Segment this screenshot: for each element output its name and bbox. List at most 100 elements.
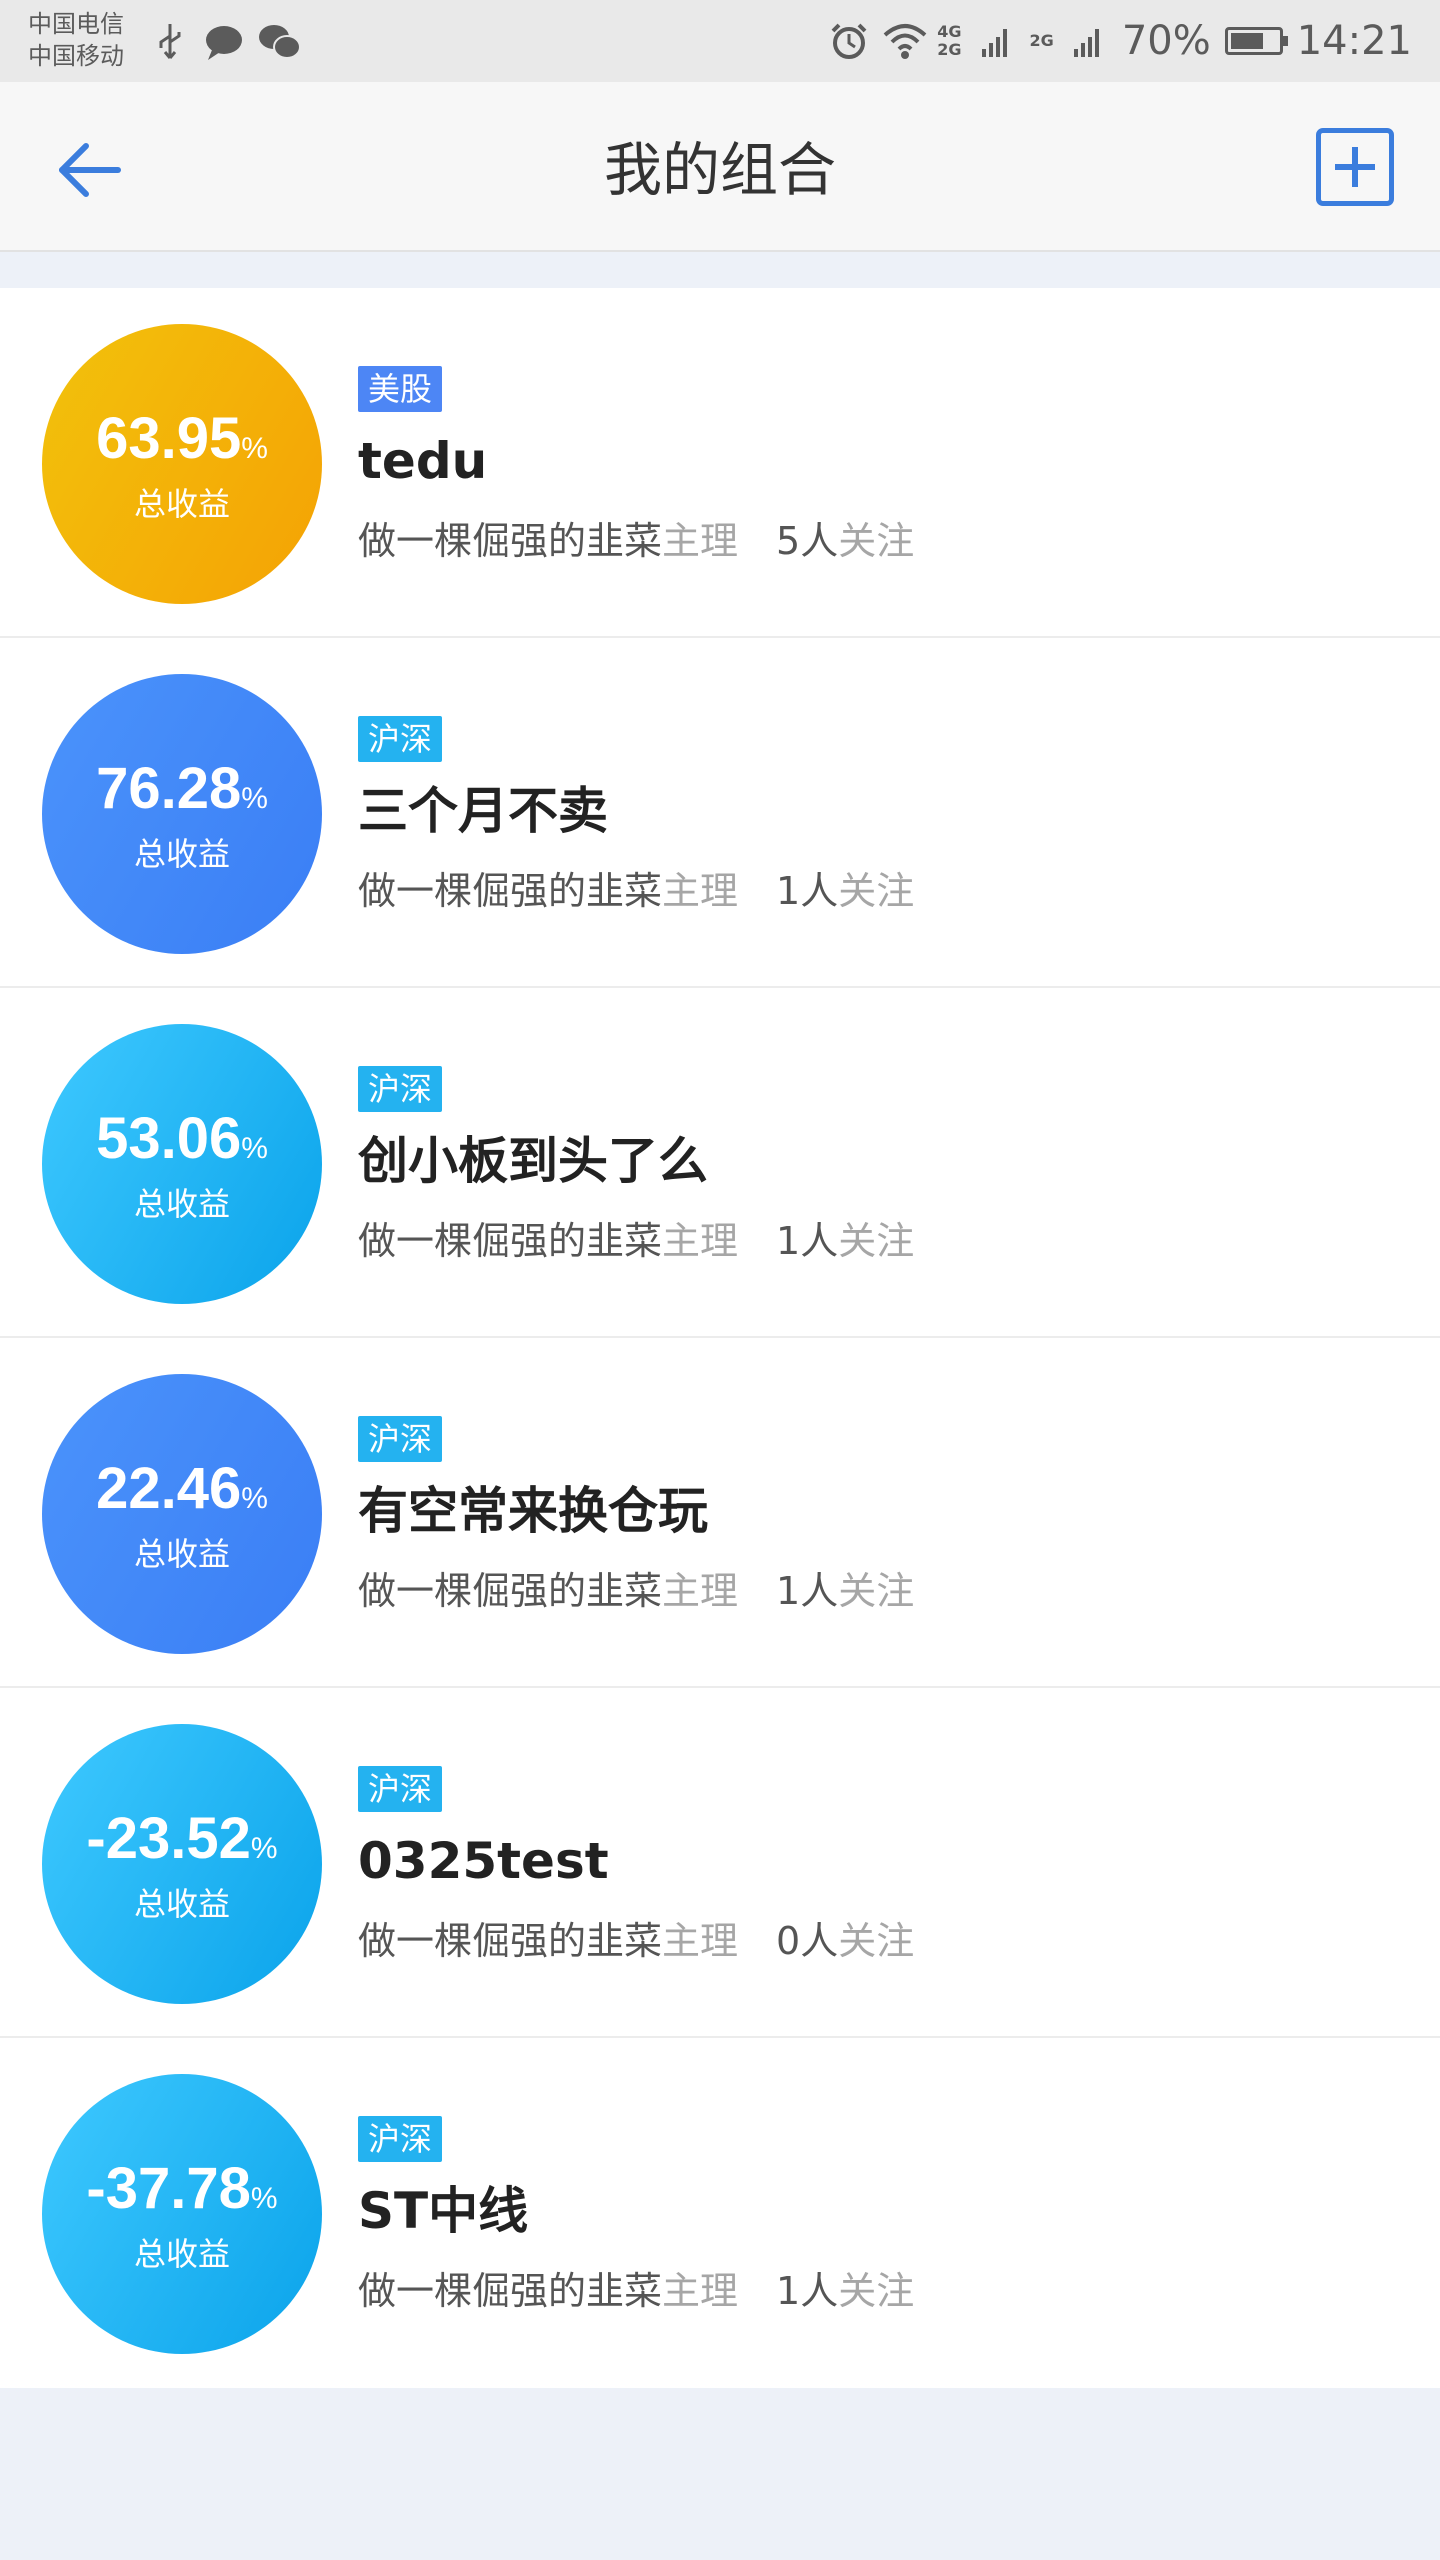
network-type-b-label: 2G: [1029, 31, 1054, 50]
return-value: -37.78%: [42, 2156, 322, 2232]
portfolio-item[interactable]: -23.52% 总收益 沪深 0325test 做一棵倔强的韭菜主理 0人关注: [0, 1688, 1440, 2038]
return-value: 63.95%: [42, 406, 322, 482]
owner-suffix: 主理: [662, 2269, 739, 2313]
portfolio-item[interactable]: -37.78% 总收益 沪深 ST中线 做一棵倔强的韭菜主理 1人关注: [0, 2038, 1440, 2388]
return-label: 总收益: [133, 2235, 230, 2273]
market-tag: 沪深: [358, 1416, 443, 1462]
owner-name: 做一棵倔强的韭菜: [358, 1219, 663, 1263]
owner-suffix: 主理: [662, 1569, 739, 1613]
battery-percent: 70%: [1121, 18, 1211, 64]
portfolio-item[interactable]: 76.28% 总收益 沪深 三个月不卖 做一棵倔强的韭菜主理 1人关注: [0, 638, 1440, 988]
market-tag: 沪深: [358, 1066, 443, 1112]
battery-fill: [1230, 33, 1263, 49]
market-tag: 美股: [358, 366, 443, 412]
return-number: -23.52: [86, 1806, 251, 1871]
portfolio-meta: 做一棵倔强的韭菜主理 0人关注: [358, 1916, 914, 1966]
battery-icon: [1224, 27, 1288, 55]
network-type-a-bottom: 2G: [937, 40, 962, 59]
follower-count: 5人: [776, 519, 839, 563]
app-header: 我的组合: [0, 82, 1440, 252]
portfolio-meta: 做一棵倔强的韭菜主理 1人关注: [358, 866, 914, 916]
return-value: -23.52%: [42, 1806, 322, 1882]
wechat-icon: [258, 22, 301, 62]
portfolio-item[interactable]: 63.95% 总收益 美股 tedu 做一棵倔强的韭菜主理 5人关注: [0, 288, 1440, 638]
system-status: 4G 2G 2G 70% 14:21: [829, 14, 1412, 68]
return-label: 总收益: [133, 1185, 230, 1223]
return-badge: 22.46% 总收益: [42, 1374, 322, 1654]
follower-suffix: 关注: [838, 1919, 915, 1963]
return-number: 22.46: [96, 1456, 242, 1521]
return-number: 53.06: [96, 1106, 242, 1171]
return-value: 53.06%: [42, 1106, 322, 1182]
carrier-1: 中国电信: [28, 10, 124, 38]
status-bar: 中国电信 中国移动 4G 2G 2G 70% 14:21: [0, 0, 1440, 82]
return-number: 63.95: [96, 406, 242, 471]
wifi-icon: [883, 21, 927, 61]
portfolio-name: 有空常来换仓玩: [358, 1482, 708, 1540]
portfolio-item[interactable]: 22.46% 总收益 沪深 有空常来换仓玩 做一棵倔强的韭菜主理 1人关注: [0, 1338, 1440, 1688]
signal-icon-sim1: [976, 21, 1016, 61]
owner-suffix: 主理: [662, 869, 739, 913]
return-label: 总收益: [133, 485, 230, 523]
notification-icons: [150, 22, 301, 62]
network-type-b: 2G: [1030, 32, 1054, 50]
carrier-info: 中国电信 中国移动: [28, 8, 124, 72]
owner-name: 做一棵倔强的韭菜: [358, 1569, 663, 1613]
portfolio-list: 63.95% 总收益 美股 tedu 做一棵倔强的韭菜主理 5人关注 76.28%…: [0, 288, 1440, 2388]
network-type-a-top: 4G: [937, 22, 962, 41]
market-tag: 沪深: [358, 2116, 443, 2162]
follower-count: 1人: [776, 869, 839, 913]
portfolio-name: 0325test: [358, 1832, 609, 1890]
return-unit: %: [241, 1482, 268, 1515]
follower-suffix: 关注: [838, 869, 915, 913]
portfolio-meta: 做一棵倔强的韭菜主理 1人关注: [358, 1566, 914, 1616]
return-label: 总收益: [133, 1535, 230, 1573]
portfolio-name: 三个月不卖: [358, 782, 608, 840]
add-portfolio-button[interactable]: [1316, 128, 1394, 206]
return-value: 22.46%: [42, 1456, 322, 1532]
return-value: 76.28%: [42, 756, 322, 832]
portfolio-meta: 做一棵倔强的韭菜主理 5人关注: [358, 516, 914, 566]
follower-suffix: 关注: [838, 1569, 915, 1613]
follower-suffix: 关注: [838, 519, 915, 563]
carrier-2: 中国移动: [28, 42, 124, 70]
signal-icon-sim2: [1068, 21, 1108, 61]
market-tag: 沪深: [358, 1766, 443, 1812]
portfolio-name: 创小板到头了么: [358, 1132, 708, 1190]
owner-name: 做一棵倔强的韭菜: [358, 2269, 663, 2313]
clock: 14:21: [1296, 18, 1412, 64]
network-type-a: 4G 2G: [937, 23, 961, 59]
return-label: 总收益: [133, 835, 230, 873]
follower-suffix: 关注: [838, 1219, 915, 1263]
return-label: 总收益: [133, 1885, 230, 1923]
return-badge: 63.95% 总收益: [42, 324, 322, 604]
return-unit: %: [241, 782, 268, 815]
owner-suffix: 主理: [662, 1219, 739, 1263]
follower-count: 1人: [776, 1219, 839, 1263]
return-unit: %: [241, 1132, 268, 1165]
return-unit: %: [241, 432, 268, 465]
return-number: -37.78: [86, 2156, 251, 2221]
page-title: 我的组合: [603, 136, 836, 204]
follower-count: 1人: [776, 1569, 839, 1613]
portfolio-item[interactable]: 53.06% 总收益 沪深 创小板到头了么 做一棵倔强的韭菜主理 1人关注: [0, 988, 1440, 1338]
follower-count: 0人: [776, 1919, 839, 1963]
return-unit: %: [250, 1832, 278, 1865]
return-badge: 76.28% 总收益: [42, 674, 322, 954]
alarm-icon: [829, 21, 869, 61]
return-badge: -37.78% 总收益: [42, 2074, 322, 2354]
portfolio-name: tedu: [358, 432, 488, 490]
return-unit: %: [250, 2182, 278, 2215]
usb-icon: [150, 22, 190, 62]
return-badge: 53.06% 总收益: [42, 1024, 322, 1304]
owner-name: 做一棵倔强的韭菜: [358, 1919, 663, 1963]
portfolio-meta: 做一棵倔强的韭菜主理 1人关注: [358, 2266, 914, 2316]
return-badge: -23.52% 总收益: [42, 1724, 322, 2004]
return-number: 76.28: [96, 756, 242, 821]
owner-name: 做一棵倔强的韭菜: [358, 869, 663, 913]
portfolio-name: ST中线: [358, 2182, 529, 2240]
owner-suffix: 主理: [662, 1919, 739, 1963]
owner-name: 做一棵倔强的韭菜: [358, 519, 663, 563]
follower-count: 1人: [776, 2269, 839, 2313]
message-icon: [204, 22, 244, 62]
